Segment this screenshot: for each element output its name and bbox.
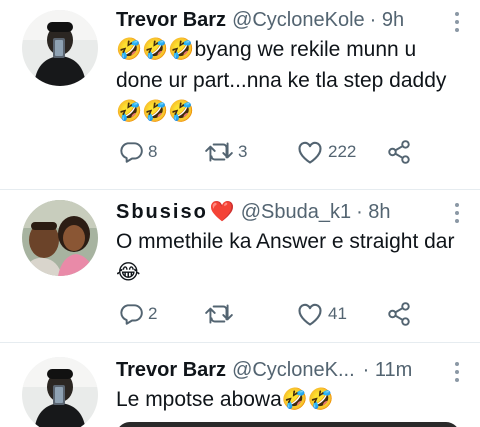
like-count: 41	[328, 304, 347, 323]
reply-button[interactable]: 2	[118, 300, 157, 328]
handle[interactable]: @CycloneKole	[232, 8, 365, 32]
tweet[interactable]: Sbusiso ❤️ @Sbuda_k1 · 8h O mmethile ka …	[0, 190, 480, 343]
tweet[interactable]: Trevor Barz @CycloneK... · 11m Le mpotse…	[0, 343, 480, 427]
tweet-header: Trevor Barz @CycloneK... · 11m	[116, 358, 412, 382]
display-name[interactable]: Trevor Barz	[116, 8, 226, 32]
reply-count: 2	[148, 304, 158, 323]
handle[interactable]: @Sbuda_k1	[241, 200, 351, 224]
retweet-button[interactable]: 3	[204, 138, 247, 166]
display-name[interactable]: Sbusiso	[116, 200, 208, 224]
avatar[interactable]	[22, 357, 98, 427]
more-icon[interactable]	[454, 362, 460, 386]
reply-button[interactable]: 8	[118, 138, 157, 166]
media-preview[interactable]	[116, 422, 460, 427]
tweet[interactable]: Trevor Barz @CycloneKole · 9h 🤣🤣🤣byang w…	[0, 0, 480, 190]
reply-count: 8	[148, 142, 158, 161]
avatar-image	[22, 357, 98, 427]
like-button[interactable]: 222	[296, 138, 356, 166]
retweet-button[interactable]	[204, 300, 238, 328]
handle[interactable]: @CycloneK...	[232, 358, 355, 382]
share-button[interactable]	[386, 138, 412, 166]
action-bar: 2 41	[116, 300, 416, 328]
like-icon	[298, 141, 322, 164]
retweet-count: 3	[238, 142, 248, 161]
avatar[interactable]	[22, 200, 98, 276]
avatar-image	[22, 200, 98, 276]
like-icon	[298, 303, 322, 326]
heart-emoji: ❤️	[209, 201, 235, 223]
tweet-text: O mmethile ka Answer e straight dar 😂	[116, 230, 455, 284]
more-icon[interactable]	[454, 12, 460, 36]
tweet-header: Trevor Barz @CycloneKole · 9h	[116, 8, 404, 32]
display-name[interactable]: Trevor Barz	[116, 358, 226, 382]
tweet-text: Le mpotse abowa🤣🤣	[116, 388, 335, 411]
timestamp[interactable]: · 8h	[356, 200, 390, 224]
avatar[interactable]	[22, 10, 98, 86]
retweet-icon	[205, 304, 233, 324]
like-count: 222	[328, 142, 357, 161]
like-button[interactable]: 41	[296, 300, 347, 328]
reply-icon	[120, 304, 143, 325]
action-bar: 8 3 222	[116, 138, 416, 166]
share-icon	[388, 302, 410, 326]
share-button[interactable]	[386, 300, 412, 328]
more-icon[interactable]	[454, 203, 460, 227]
tweet-header: Sbusiso ❤️ @Sbuda_k1 · 8h	[116, 200, 391, 224]
timestamp[interactable]: · 11m	[363, 358, 413, 382]
retweet-icon	[205, 142, 233, 162]
tweet-text: 🤣🤣🤣byang we rekile munn u done ur part..…	[116, 38, 447, 123]
reply-icon	[120, 142, 143, 163]
timestamp[interactable]: · 9h	[370, 8, 404, 32]
share-icon	[388, 140, 410, 164]
avatar-image	[22, 10, 98, 86]
